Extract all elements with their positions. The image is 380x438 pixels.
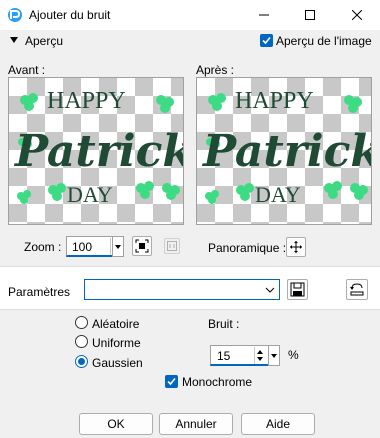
save-disk-icon — [290, 282, 305, 297]
shamrock-icon — [17, 190, 31, 204]
shamrock-icon — [344, 95, 362, 113]
after-label: Après : — [196, 63, 235, 77]
preview-artwork: HAPPY Patrick DAY — [201, 88, 372, 207]
image-text-happy: HAPPY — [47, 88, 126, 114]
shamrock-icon — [48, 183, 66, 201]
noise-spinner[interactable] — [254, 347, 264, 364]
image-text-happy: HAPPY — [235, 88, 314, 114]
monochrome-checkbox[interactable] — [165, 375, 178, 388]
radio-uniforme-label[interactable]: Uniforme — [92, 336, 141, 350]
checkmark-icon — [167, 377, 176, 386]
before-preview[interactable]: HAPPY Patrick DAY — [8, 77, 184, 225]
paintshop-app-icon — [8, 8, 22, 22]
image-text-day: DAY — [255, 182, 301, 207]
noise-value[interactable]: 15 — [217, 349, 230, 363]
preview-on-image-label[interactable]: Aperçu de l'image — [276, 34, 372, 48]
actual-size-icon — [167, 241, 177, 251]
preview-toggle-label[interactable]: Aperçu — [25, 34, 63, 48]
cancel-button[interactable]: Annuler — [159, 413, 233, 435]
actual-size-button[interactable] — [164, 238, 180, 254]
zoom-label: Zoom : — [24, 240, 62, 254]
shamrock-icon — [162, 183, 180, 200]
pan-button[interactable] — [286, 237, 306, 257]
presets-label: Paramètres — [8, 285, 71, 299]
shamrock-icon — [236, 183, 254, 201]
shamrock-icon — [156, 95, 174, 113]
help-button[interactable]: Aide — [241, 413, 315, 435]
reset-button[interactable] — [346, 279, 368, 300]
title-bar: Ajouter du bruit — [0, 0, 380, 30]
shamrock-icon — [205, 190, 219, 204]
radio-aleatoire-label[interactable]: Aléatoire — [92, 317, 139, 331]
shamrock-icon — [324, 181, 342, 199]
radio-gaussien[interactable] — [75, 355, 88, 368]
zoom-value[interactable]: 100 — [72, 240, 92, 254]
preview-on-image-checkbox[interactable] — [260, 34, 273, 47]
noise-unit: % — [288, 348, 299, 362]
presets-dropdown[interactable] — [84, 279, 280, 300]
shamrock-icon — [20, 93, 38, 111]
image-text-day: DAY — [67, 182, 113, 207]
window-title: Ajouter du bruit — [29, 8, 111, 22]
fit-to-window-icon — [135, 239, 149, 253]
collapse-arrow-icon[interactable] — [10, 37, 18, 43]
image-text-patrick: Patrick — [201, 126, 372, 177]
close-button[interactable] — [334, 0, 380, 30]
reset-icon — [350, 283, 364, 296]
maximize-button[interactable] — [287, 0, 333, 30]
checkmark-icon — [262, 36, 271, 45]
radio-gaussien-label[interactable]: Gaussien — [92, 356, 143, 370]
zoom-dropdown-button[interactable] — [112, 236, 124, 257]
ok-button[interactable]: OK — [79, 413, 153, 435]
preview-toggle-row: Aperçu Aperçu de l'image — [0, 32, 380, 50]
minimize-icon — [259, 14, 269, 16]
save-preset-button[interactable] — [287, 279, 308, 300]
monochrome-label[interactable]: Monochrome — [182, 375, 252, 389]
maximize-icon — [305, 10, 315, 20]
chevron-down-icon — [265, 287, 275, 293]
preview-artwork: HAPPY Patrick DAY — [13, 88, 184, 207]
radio-aleatoire[interactable] — [75, 316, 88, 329]
zoom-fit-button[interactable] — [132, 236, 152, 256]
minimize-button[interactable] — [241, 0, 287, 30]
radio-uniforme[interactable] — [75, 335, 88, 348]
close-icon — [352, 10, 362, 20]
pan-label: Panoramique : — [208, 241, 287, 255]
move-arrows-icon — [290, 241, 302, 253]
noise-dropdown-button[interactable] — [268, 345, 280, 366]
noise-label: Bruit : — [208, 317, 240, 331]
shamrock-icon — [208, 93, 226, 111]
after-preview[interactable]: HAPPY Patrick DAY — [196, 77, 372, 225]
before-label: Avant : — [8, 63, 46, 77]
shamrock-icon — [350, 183, 368, 200]
image-text-patrick: Patrick — [13, 126, 184, 177]
shamrock-icon — [136, 181, 154, 199]
